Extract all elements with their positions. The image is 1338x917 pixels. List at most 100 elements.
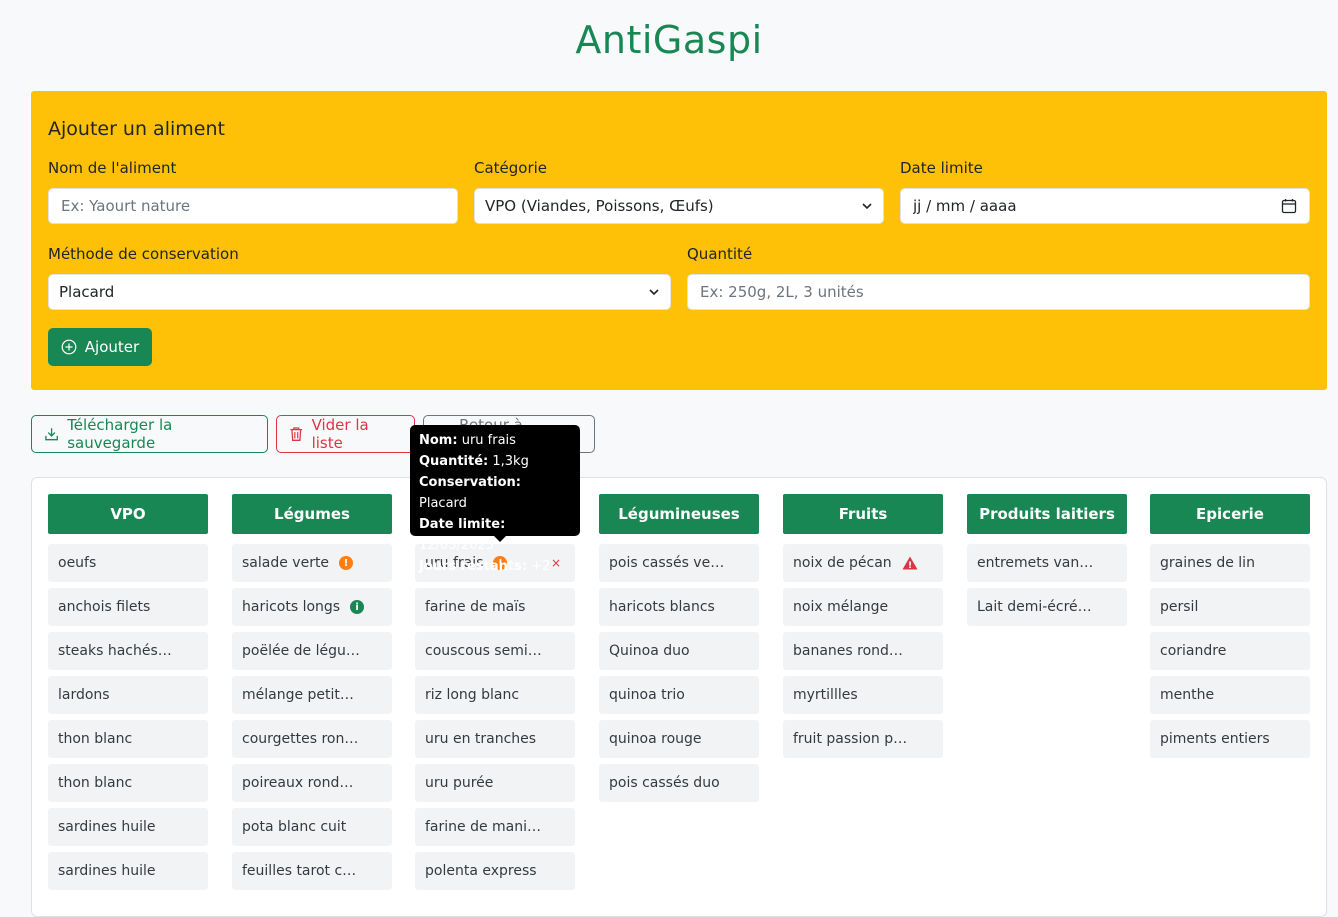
food-item-label: oeufs bbox=[58, 555, 97, 571]
tooltip-quantity: 1,3kg bbox=[492, 454, 529, 469]
food-item-label: salade verte bbox=[242, 555, 330, 571]
food-item[interactable]: steaks hachés bio bbox=[48, 632, 208, 670]
calendar-icon[interactable] bbox=[1281, 198, 1297, 214]
food-item[interactable]: piments entiers bbox=[1150, 720, 1310, 758]
tooltip-quantity-row: Quantité: 1,3kg bbox=[419, 454, 529, 469]
food-item-label: coriandre bbox=[1160, 643, 1227, 659]
category-label: Catégorie bbox=[474, 159, 548, 177]
food-item-label: graines de lin bbox=[1160, 555, 1255, 571]
food-item[interactable]: quinoa trio bbox=[599, 676, 759, 714]
food-item[interactable]: oeufs bbox=[48, 544, 208, 582]
food-item-label: sardines huile bbox=[58, 863, 156, 879]
food-item-label: polenta express bbox=[425, 863, 537, 879]
food-item-label: Lait demi-écrémé bbox=[977, 599, 1095, 615]
food-item[interactable]: lardons bbox=[48, 676, 208, 714]
category-column: Fruits noix de pécan! noix mélange bananes … bbox=[783, 494, 943, 758]
food-item-label: Quinoa duo bbox=[609, 643, 690, 659]
food-item[interactable]: myrtillles bbox=[783, 676, 943, 714]
tooltip-conservation-row: Conservation: Placard bbox=[419, 475, 521, 511]
tooltip-days-row: Jours restants: +2 bbox=[419, 559, 551, 574]
food-item[interactable]: pois cassés verts bbox=[599, 544, 759, 582]
food-item[interactable]: persil bbox=[1150, 588, 1310, 626]
plus-circle-icon bbox=[61, 339, 77, 355]
food-item-label: noix mélange bbox=[793, 599, 889, 615]
item-tooltip: Nom: uru frais Quantité: 1,3kg Conservat… bbox=[410, 425, 580, 574]
food-item[interactable]: poëlée de légumes bbox=[232, 632, 392, 670]
conservation-select[interactable]: Placard bbox=[48, 274, 671, 310]
name-label: Nom de l'aliment bbox=[48, 159, 177, 177]
tooltip-conservation: Placard bbox=[419, 496, 467, 511]
food-item[interactable]: uru en tranches bbox=[415, 720, 575, 758]
food-item[interactable]: coriandre bbox=[1150, 632, 1310, 670]
food-item-label: myrtillles bbox=[793, 687, 858, 703]
food-item[interactable]: Lait demi-écrémé bbox=[967, 588, 1127, 626]
food-item-label: sardines huile bbox=[58, 819, 156, 835]
chevron-down-icon bbox=[649, 289, 659, 296]
danger-triangle-icon: ! bbox=[902, 556, 918, 570]
food-item[interactable]: feuilles tarot cuites bbox=[232, 852, 392, 890]
food-item[interactable]: sardines huile bbox=[48, 852, 208, 890]
food-item-label: quinoa rouge bbox=[609, 731, 702, 747]
food-item[interactable]: salade verte! bbox=[232, 544, 392, 582]
quantity-input[interactable]: Ex: 250g, 2L, 3 unités bbox=[687, 274, 1310, 310]
food-item-label: haricots longs bbox=[242, 599, 341, 615]
food-item[interactable]: haricots blancs bbox=[599, 588, 759, 626]
food-item[interactable]: courgettes rondelles bbox=[232, 720, 392, 758]
category-column: VPO oeufs anchois filets steaks hachés bio l… bbox=[48, 494, 208, 890]
clear-list-button[interactable]: Vider la liste bbox=[276, 415, 415, 453]
category-select[interactable]: VPO (Viandes, Poissons, Œufs) bbox=[474, 188, 884, 224]
food-item[interactable]: quinoa rouge bbox=[599, 720, 759, 758]
food-item-label: poëlée de légumes bbox=[242, 643, 360, 659]
food-item[interactable]: farine de maïs bbox=[415, 588, 575, 626]
food-item[interactable]: thon blanc bbox=[48, 720, 208, 758]
food-item[interactable]: pois cassés duo bbox=[599, 764, 759, 802]
column-header: Fruits bbox=[783, 494, 943, 534]
tooltip-name-row: Nom: uru frais bbox=[419, 433, 516, 448]
date-placeholder: jj / mm / aaaa bbox=[913, 197, 1017, 215]
quantity-placeholder: Ex: 250g, 2L, 3 unités bbox=[700, 283, 864, 301]
food-item[interactable]: haricots longs i bbox=[232, 588, 392, 626]
food-item[interactable]: bananes rondelles bbox=[783, 632, 943, 670]
food-item[interactable]: noix de pécan! bbox=[783, 544, 943, 582]
food-item[interactable]: mélange petits légumes bbox=[232, 676, 392, 714]
tooltip-arrow bbox=[494, 536, 506, 542]
food-item[interactable]: Quinoa duo bbox=[599, 632, 759, 670]
food-item[interactable]: thon blanc bbox=[48, 764, 208, 802]
add-button-label: Ajouter bbox=[84, 338, 140, 356]
food-item-label: bananes rondelles bbox=[793, 643, 911, 659]
info-circle-icon: i bbox=[350, 600, 365, 614]
food-item-label: poireaux rondelles bbox=[242, 775, 360, 791]
food-item-label: courgettes rondelles bbox=[242, 731, 360, 747]
add-button[interactable]: Ajouter bbox=[48, 328, 152, 366]
date-input[interactable]: jj / mm / aaaa bbox=[900, 188, 1310, 224]
food-item[interactable]: fruit passion pulpe bbox=[783, 720, 943, 758]
food-item[interactable]: farine de manioc bbox=[415, 808, 575, 846]
food-item-label: piments entiers bbox=[1160, 731, 1270, 747]
conservation-value: Placard bbox=[59, 283, 115, 301]
food-item-label: couscous semi-complet bbox=[425, 643, 543, 659]
food-item[interactable]: riz long blanc bbox=[415, 676, 575, 714]
food-item[interactable]: anchois filets bbox=[48, 588, 208, 626]
conservation-label: Méthode de conservation bbox=[48, 245, 239, 263]
food-item[interactable]: couscous semi-complet bbox=[415, 632, 575, 670]
food-item[interactable]: pota blanc cuit bbox=[232, 808, 392, 846]
download-backup-button[interactable]: Télécharger la sauvegarde bbox=[31, 415, 268, 453]
food-item[interactable]: graines de lin bbox=[1150, 544, 1310, 582]
food-item[interactable]: entremets vanille bbox=[967, 544, 1127, 582]
column-header: Légumes bbox=[232, 494, 392, 534]
food-item-label: riz long blanc bbox=[425, 687, 520, 703]
clear-button-label: Vider la liste bbox=[311, 416, 369, 452]
column-header: Produits laitiers bbox=[967, 494, 1127, 534]
app-title: AntiGaspi bbox=[575, 18, 763, 62]
add-food-form: Ajouter un aliment Nom de l'aliment Ex: … bbox=[31, 91, 1327, 390]
food-item[interactable]: polenta express bbox=[415, 852, 575, 890]
name-input[interactable]: Ex: Yaourt nature bbox=[48, 188, 458, 224]
food-item[interactable]: menthe bbox=[1150, 676, 1310, 714]
food-item[interactable]: sardines huile bbox=[48, 808, 208, 846]
food-item[interactable]: poireaux rondelles bbox=[232, 764, 392, 802]
food-item-label: entremets vanille bbox=[977, 555, 1095, 571]
food-item[interactable]: noix mélange bbox=[783, 588, 943, 626]
food-item[interactable]: uru purée bbox=[415, 764, 575, 802]
category-column: Légumes salade verte! haricots longs i poëlé… bbox=[232, 494, 392, 890]
chevron-down-icon bbox=[862, 203, 872, 210]
